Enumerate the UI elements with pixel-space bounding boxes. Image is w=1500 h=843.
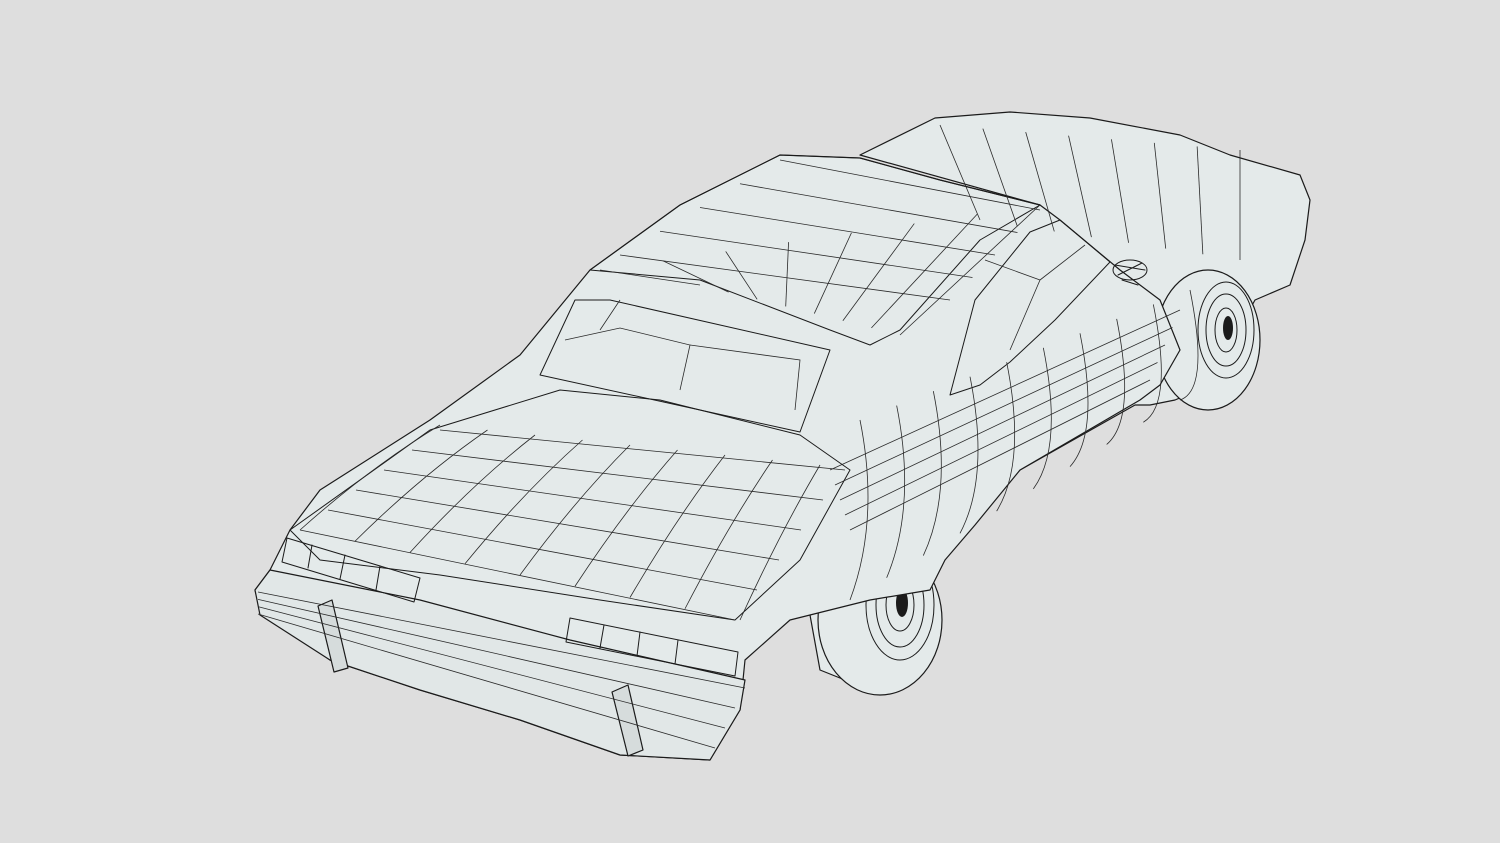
car-wireframe-model[interactable] — [0, 0, 1500, 843]
3d-viewport[interactable] — [0, 0, 1500, 843]
